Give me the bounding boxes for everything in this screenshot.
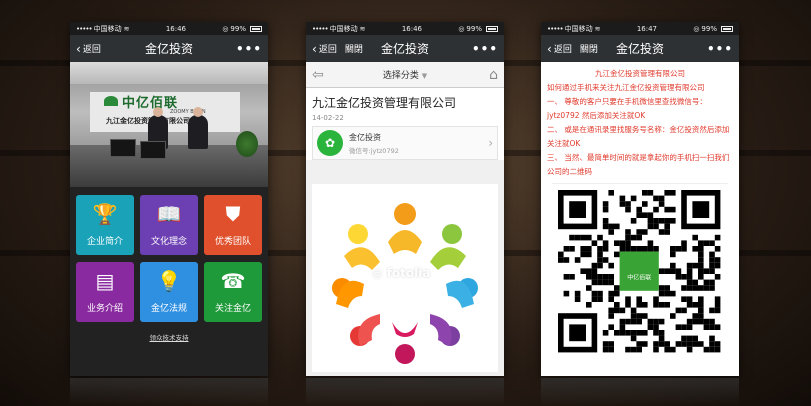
chevron-right-icon: › (488, 136, 493, 150)
watermark: ◎ fotolia (372, 266, 431, 280)
menu-tile[interactable]: 🏆 企业简介 (76, 195, 134, 255)
more-button[interactable]: ••• (236, 42, 262, 56)
carrier: 中国移动 (93, 24, 122, 33)
wifi-icon: ≋ (123, 24, 130, 33)
book-icon: 📖 (156, 201, 182, 226)
phone-screen-article: ••••• 中国移动 ≋ 16:46 ◎ 99% ‹ 返回 關閉 金亿投资 ••• ⇦ … (306, 22, 504, 376)
battery-icon (720, 25, 733, 32)
menu-tile-label: 企业简介 (86, 236, 123, 247)
clock: 16:46 (165, 24, 187, 33)
article-title: 九江金亿投资管理有限公司 (312, 96, 457, 110)
menu-tile[interactable]: ⛊ 优秀团队 (204, 195, 262, 255)
menu-tile[interactable]: 📖 文化理念 (140, 195, 198, 255)
carrier: 中国移动 (329, 24, 358, 33)
more-button[interactable]: ••• (472, 42, 498, 56)
wifi-icon: ≋ (359, 24, 366, 33)
company-name: 九江金亿投资管理有限公司 (595, 69, 685, 78)
qr-logo (619, 251, 659, 291)
phone-icon: ☎ (220, 268, 246, 293)
back-button[interactable]: ‹ 返回 (76, 41, 101, 56)
clock: 16:46 (401, 24, 423, 33)
qr-code-graphic: 中亿佰联 (558, 190, 721, 353)
home-icon[interactable]: ⌂ (489, 67, 498, 83)
tech-support-link[interactable]: 领众技术支持 (70, 332, 268, 342)
menu-grid: 🏆 企业简介 📖 文化理念 ⛊ 优秀团队 ▤ 业务介绍 💡 金亿法规 ☎ 关注金亿 (70, 187, 268, 322)
menu-tile-label: 文化理念 (150, 236, 187, 247)
article: 九江金亿投资管理有限公司 14-02-22 ✿ 金亿投资 微信号:jytz079… (306, 88, 504, 160)
trophy-icon: 🏆 (92, 201, 118, 226)
back-button[interactable]: ‹ 返回 (312, 41, 337, 56)
battery-icon (485, 25, 498, 32)
category-select[interactable]: 选择分类 ▼ (306, 68, 504, 81)
chevron-left-icon: ‹ (76, 41, 81, 56)
lock-icon: ◎ (222, 24, 229, 33)
lock-icon: ◎ (458, 24, 465, 33)
menu-tile-label: 关注金亿 (214, 303, 251, 314)
menu-tile-label: 金亿法规 (150, 303, 187, 314)
close-button[interactable]: 關閉 (345, 42, 363, 55)
clock: 16:47 (636, 24, 658, 33)
shield-icon: ⛊ (225, 201, 241, 226)
status-bar: ••••• 中国移动 ≋ 16:46 ◎ 99% (70, 22, 268, 35)
team-image: ◎ fotolia (312, 184, 498, 372)
wifi-icon: ≋ (594, 24, 601, 33)
article-date: 14-02-22 (312, 114, 344, 122)
carrier: 中国移动 (564, 24, 593, 33)
lock-icon: ◎ (693, 24, 700, 33)
wechat-id: 微信号:jytz0792 (349, 146, 399, 155)
follow-instructions: 九江金亿投资管理有限公司 如何通过手机来关注九江金亿投资管理有限公司 一、 尊敬… (541, 62, 739, 179)
battery-percent: 99% (230, 24, 246, 33)
office-photo: 中亿佰联 ZOOMY BLION 九江金亿投资管理有限公司 (70, 62, 268, 187)
menu-tile-label: 优秀团队 (214, 236, 251, 247)
instruction-step-3: 三、 当然、最简单时间的就是拿起你的手机扫一扫我们公司的二维码 (547, 153, 730, 176)
battery-percent: 99% (701, 24, 717, 33)
phone-screen-home: ••••• 中国移动 ≋ 16:46 ◎ 99% ‹ 返回 金亿投资 ••• 中亿佰联 … (70, 22, 268, 376)
logo-leaf-icon (104, 96, 118, 106)
more-button[interactable]: ••• (707, 42, 733, 56)
instruction-step-1: 一、 尊敬的客户只要在手机微信里查找微信号： jytz0792 然后添加关注就O… (547, 97, 707, 120)
status-bar: ••••• 中国移动 ≋ 16:47 ◎ 99% (541, 22, 739, 35)
instruction-step-2: 二、 或是在通讯录里找服务号名称：金亿投资然后添加关注就OK (547, 125, 730, 148)
status-bar: ••••• 中国移动 ≋ 16:46 ◎ 99% (306, 22, 504, 35)
wechat-icon: ✿ (317, 130, 343, 156)
back-button[interactable]: ‹ 返回 (547, 41, 572, 56)
battery-percent: 99% (466, 24, 482, 33)
qr-code: 中亿佰联 (552, 183, 728, 359)
menu-tile[interactable]: 💡 金亿法规 (140, 262, 198, 322)
menu-tile-label: 业务介绍 (86, 303, 123, 314)
nav-bar: ‹ 返回 關閉 金亿投资 ••• (306, 35, 504, 62)
lightbulb-icon: 💡 (156, 268, 182, 293)
chevron-left-icon: ‹ (547, 41, 552, 56)
chevron-left-icon: ‹ (312, 41, 317, 56)
menu-tile[interactable]: ▤ 业务介绍 (76, 262, 134, 322)
nav-bar: ‹ 返回 關閉 金亿投资 ••• (541, 35, 739, 62)
account-card[interactable]: ✿ 金亿投资 微信号:jytz0792 › (312, 126, 498, 160)
category-bar: ⇦ 选择分类 ▼ ⌂ (306, 62, 504, 88)
menu-tile[interactable]: ☎ 关注金亿 (204, 262, 262, 322)
qr-logo-label: 中亿佰联 (627, 274, 651, 282)
nav-bar: ‹ 返回 金亿投资 ••• (70, 35, 268, 62)
message-icon: ▤ (95, 268, 115, 293)
caret-down-icon: ▼ (421, 72, 428, 80)
account-name: 金亿投资 (349, 132, 381, 142)
battery-icon (249, 25, 262, 32)
arrow-left-icon[interactable]: ⇦ (312, 67, 324, 83)
instruction-heading: 如何通过手机来关注九江金亿投资管理有限公司 (547, 83, 705, 92)
phone-screen-follow: ••••• 中国移动 ≋ 16:47 ◎ 99% ‹ 返回 關閉 金亿投资 ••• 九江… (541, 22, 739, 376)
close-button[interactable]: 關閉 (580, 42, 598, 55)
